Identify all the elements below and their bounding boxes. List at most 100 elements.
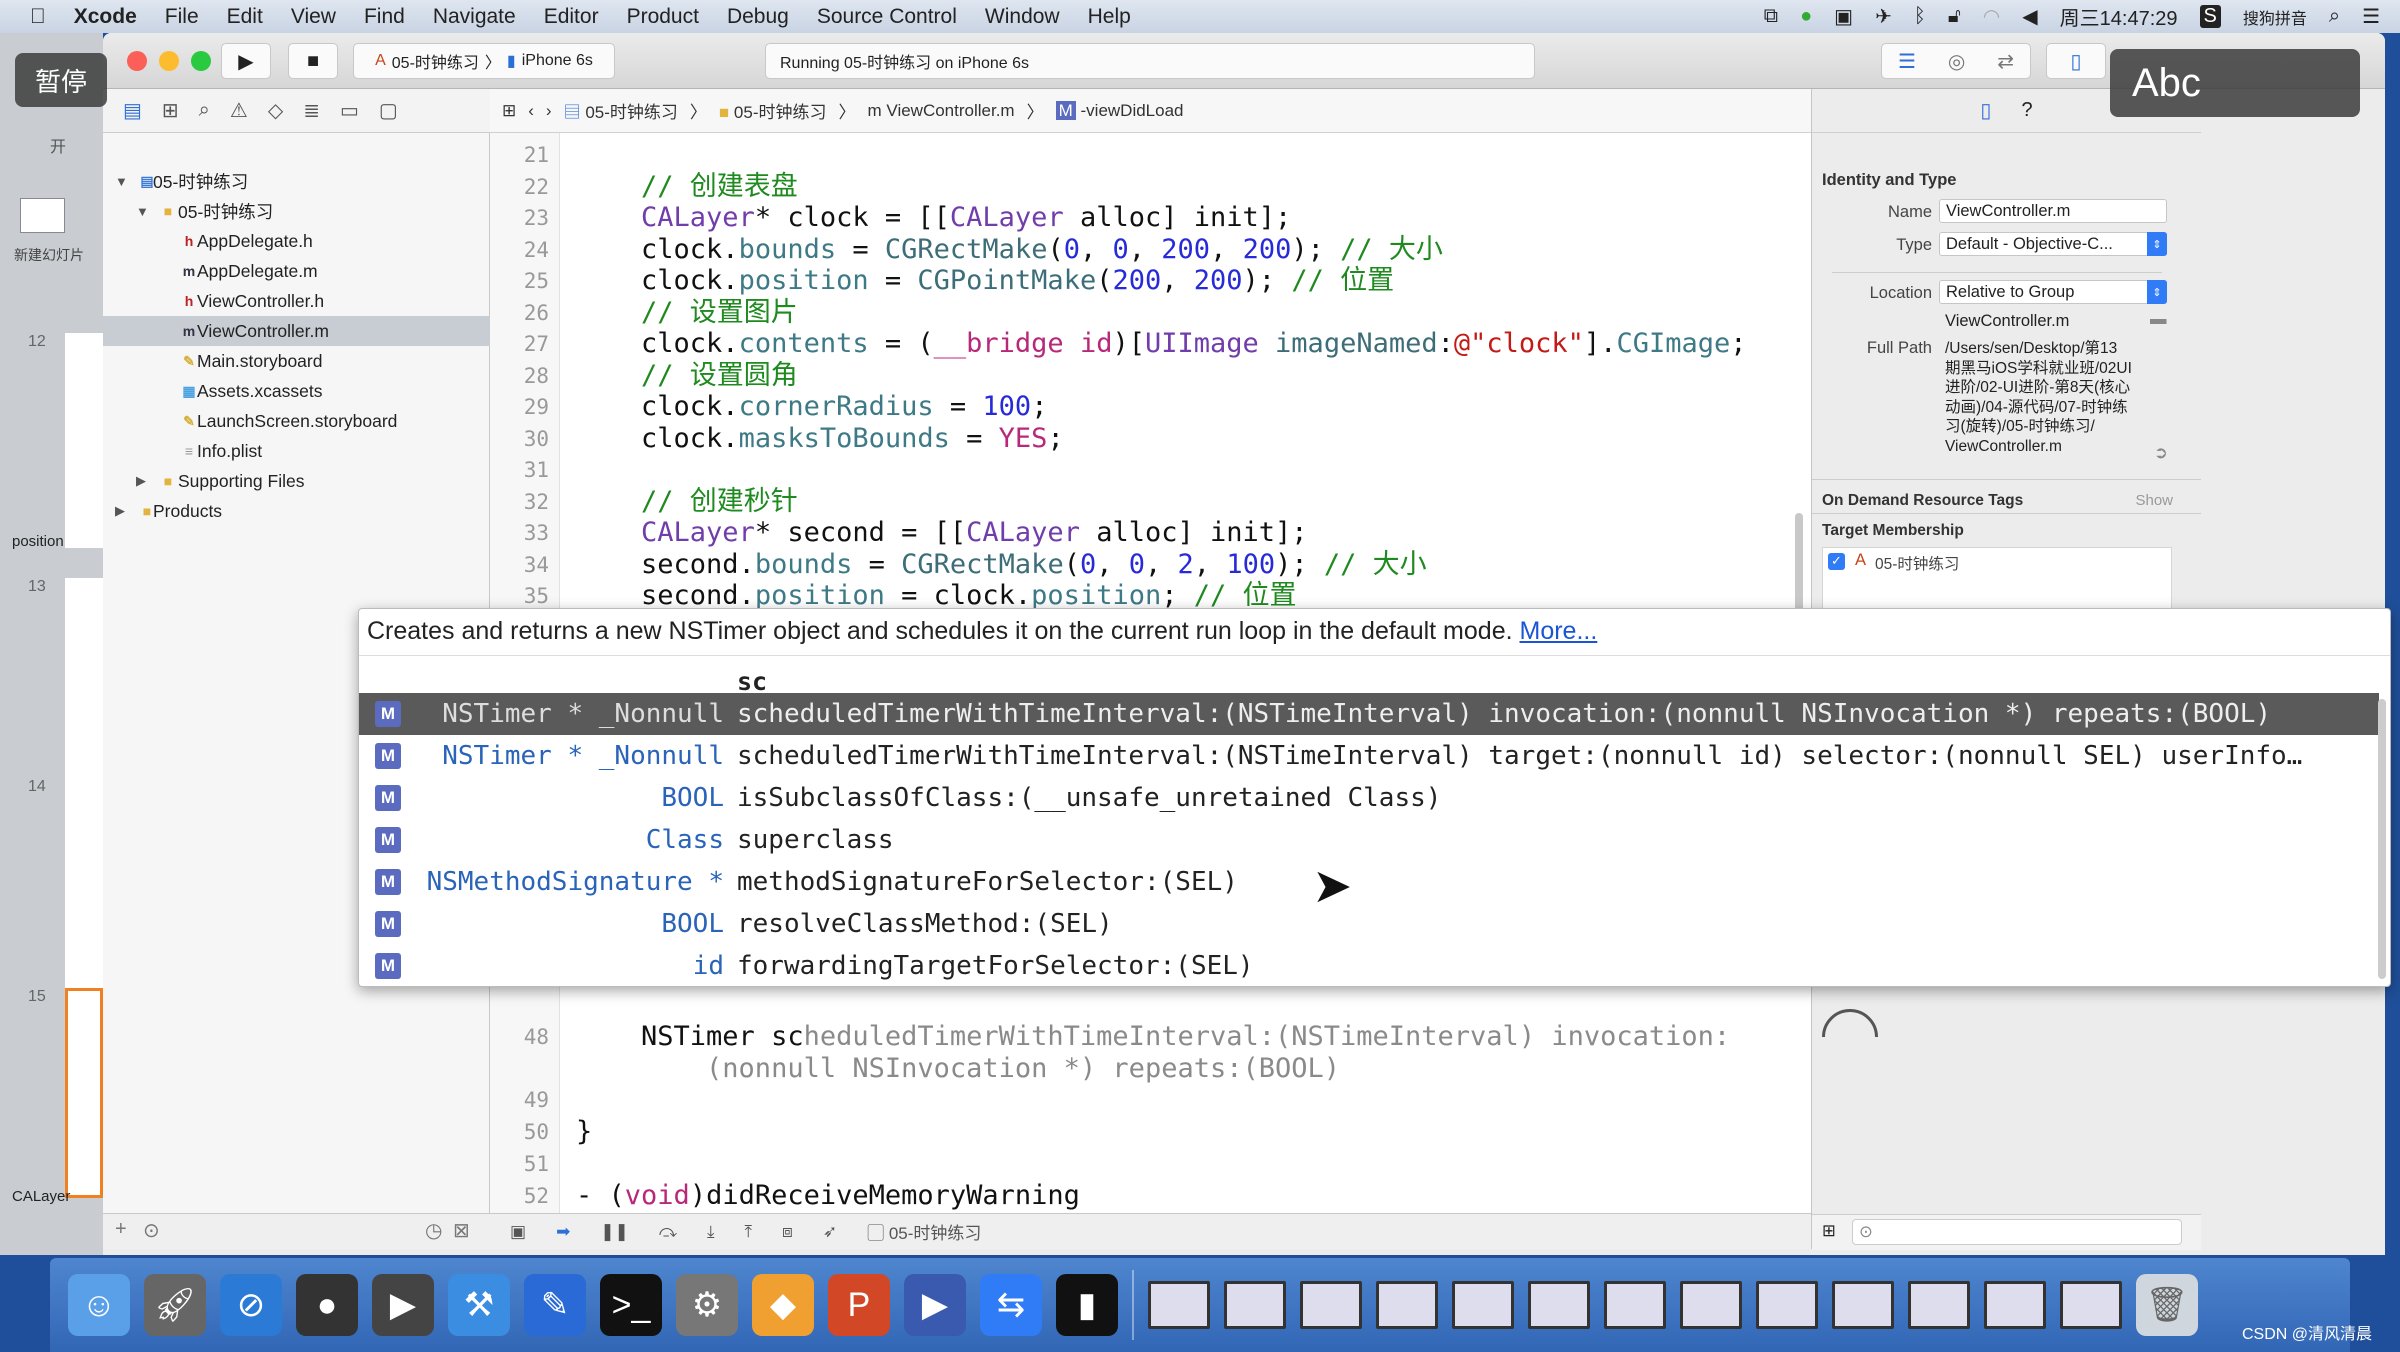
menu-edit[interactable]: Edit	[227, 5, 263, 29]
system-preferences-icon[interactable]: ⚙	[676, 1274, 738, 1336]
section-position[interactable]: position	[12, 533, 64, 550]
navigator-item[interactable]: m ViewController.m	[103, 316, 490, 346]
hide-debug-area-icon[interactable]: ▣	[510, 1222, 526, 1242]
slide-thumbnail-selected[interactable]	[65, 988, 103, 1198]
toggle-navigator-button[interactable]: ▯	[2046, 43, 2106, 79]
menu-window[interactable]: Window	[985, 5, 1060, 29]
find-navigator-icon[interactable]: ⌕	[199, 99, 210, 122]
completion-item[interactable]: M BOOL isSubclassOfClass:(__unsafe_unretai…	[359, 777, 2379, 819]
reveal-in-finder-icon[interactable]: ➲	[2154, 443, 2168, 463]
symbol-navigator-icon[interactable]: ⊞	[162, 98, 179, 123]
minimized-window-icon[interactable]	[1224, 1281, 1286, 1329]
code-line[interactable]: }	[576, 1116, 592, 1147]
library-filter-input[interactable]: ⊙	[1852, 1219, 2182, 1245]
run-button[interactable]: ▶	[221, 43, 271, 79]
new-slide-label[interactable]: 新建幻灯片	[14, 245, 84, 265]
code-line[interactable]: CALayer* second = [[CALayer alloc] init]…	[576, 517, 1308, 548]
completion-item[interactable]: M NSTimer * _Nonnull scheduledTimerWithTim…	[359, 735, 2379, 777]
menu-source-control[interactable]: Source Control	[817, 5, 957, 29]
trash-icon[interactable]: 🗑︎	[2136, 1274, 2198, 1336]
code-line[interactable]: // 设置圆角	[576, 360, 798, 391]
finder-icon[interactable]: ☺	[68, 1274, 130, 1336]
menu-editor[interactable]: Editor	[544, 5, 599, 29]
quick-help-icon[interactable]: ?	[2021, 99, 2032, 122]
navigator-item[interactable]: ▶ ■ Products	[103, 496, 490, 526]
breakpoint-navigator-icon[interactable]: ▭	[340, 98, 359, 123]
minimize-button[interactable]	[159, 51, 179, 71]
add-icon[interactable]: +	[115, 1218, 127, 1241]
powerpoint-icon[interactable]: P	[828, 1274, 890, 1336]
disclosure-triangle-icon[interactable]: ▶	[136, 473, 146, 489]
menu-help[interactable]: Help	[1088, 5, 1131, 29]
code-line[interactable]: clock.masksToBounds = YES;	[576, 423, 1064, 454]
close-button[interactable]	[127, 51, 147, 71]
slide-thumbnail[interactable]	[65, 333, 103, 548]
minimized-window-icon[interactable]	[1300, 1281, 1362, 1329]
stop-button[interactable]: ■	[288, 43, 338, 79]
step-over-icon[interactable]: ⤼	[659, 1222, 677, 1242]
navigator-item[interactable]: ▶ ■ Supporting Files	[103, 466, 490, 496]
pause-overlay[interactable]: 暂停	[15, 53, 107, 107]
completion-item[interactable]: M NSTimer * _Nonnull scheduledTimerWithTim…	[359, 693, 2379, 735]
code-line[interactable]: clock.contents = (__bridge id)[UIImage i…	[576, 328, 1746, 359]
navigator-item[interactable]: ≡ Info.plist	[103, 436, 490, 466]
sketch-icon[interactable]: ◆	[752, 1274, 814, 1336]
clock[interactable]: 周三14:47:29	[2060, 2, 2178, 31]
navigator-item[interactable]: ✎ LaunchScreen.storyboard	[103, 406, 490, 436]
notification-center-icon[interactable]: ☰	[2362, 4, 2380, 29]
breakpoints-toggle-icon[interactable]: ➡	[556, 1222, 570, 1242]
forward-icon[interactable]: ›	[546, 101, 552, 121]
target-checkbox[interactable]: ✓	[1828, 553, 1845, 570]
navigator-item[interactable]: ▦ Assets.xcassets	[103, 376, 490, 406]
more-link[interactable]: More...	[1520, 617, 1598, 645]
terminal-icon[interactable]: >_	[600, 1274, 662, 1336]
menu-file[interactable]: File	[165, 5, 199, 29]
photo-booth-icon[interactable]: ▶	[372, 1274, 434, 1336]
step-into-icon[interactable]: ⤓	[707, 1222, 715, 1242]
spotlight-icon[interactable]: ⌕	[2329, 5, 2340, 28]
related-items-icon[interactable]: ⊞	[502, 101, 516, 121]
report-navigator-icon[interactable]: ▢	[379, 98, 398, 123]
name-field[interactable]: ViewController.m	[1939, 199, 2167, 223]
assistant-editor-icon[interactable]: ◎	[1948, 49, 1965, 74]
completion-item[interactable]: M NSMethodSignature * methodSignatureForSe…	[359, 861, 2379, 903]
launchpad-icon[interactable]: 🚀︎	[144, 1274, 206, 1336]
bluetooth-icon[interactable]: ᛒ	[1914, 5, 1926, 28]
green-app-icon[interactable]: ●	[1800, 5, 1812, 28]
airplane-icon[interactable]: ✈	[1875, 4, 1892, 29]
navigator-item[interactable]: m AppDelegate.m	[103, 256, 490, 286]
file-inspector-icon[interactable]: ▯	[1980, 98, 1991, 123]
disclosure-triangle-icon[interactable]: ▼	[136, 204, 149, 219]
code-line[interactable]: clock.bounds = CGRectMake(0, 0, 200, 200…	[576, 234, 1443, 265]
new-slide-icon[interactable]	[20, 198, 65, 233]
xcode-icon[interactable]: ⚒	[448, 1274, 510, 1336]
minimized-window-icon[interactable]	[1452, 1281, 1514, 1329]
apple-menu-icon[interactable]: 	[30, 5, 46, 29]
code-line[interactable]: clock.cornerRadius = 100;	[576, 391, 1047, 422]
code-line[interactable]: second.position = clock.position; // 位置	[576, 580, 1297, 611]
minimized-window-icon[interactable]	[1984, 1281, 2046, 1329]
code-line[interactable]: // 设置图片	[576, 297, 798, 328]
issue-navigator-icon[interactable]: ⚠	[230, 98, 248, 123]
location-select[interactable]: Relative to Group ⇕	[1939, 280, 2167, 304]
scheme-selector[interactable]: A 05-时钟练习 〉 ▮ iPhone 6s	[353, 43, 615, 79]
menu-product[interactable]: Product	[627, 5, 699, 29]
minimized-window-icon[interactable]	[1376, 1281, 1438, 1329]
test-navigator-icon[interactable]: ◇	[268, 98, 283, 123]
menu-navigate[interactable]: Navigate	[433, 5, 516, 29]
code-line[interactable]: // 创建秒针	[576, 486, 798, 517]
zoom-button[interactable]	[191, 51, 211, 71]
completion-item[interactable]: M BOOL resolveClassMethod:(SEL)	[359, 903, 2379, 945]
screen-mirror-icon[interactable]: ⧉	[1764, 5, 1778, 28]
disclosure-triangle-icon[interactable]: ▶	[115, 503, 125, 519]
xcode-instruments-icon[interactable]: ✎	[524, 1274, 586, 1336]
video-record-icon[interactable]: ▣	[1834, 4, 1853, 29]
version-editor-icon[interactable]: ⇄	[1997, 49, 2014, 74]
minimized-window-icon[interactable]	[1148, 1281, 1210, 1329]
quicktime-icon[interactable]: ▶	[904, 1274, 966, 1336]
navigator-item[interactable]: ▼ ■ 05-时钟练习	[103, 196, 490, 226]
debug-navigator-icon[interactable]: ≣	[303, 98, 320, 123]
disclosure-triangle-icon[interactable]: ▼	[115, 174, 128, 189]
code-line[interactable]: clock.position = CGPointMake(200, 200); …	[576, 265, 1394, 296]
jumpbar-file[interactable]: m ViewController.m	[868, 101, 1015, 121]
